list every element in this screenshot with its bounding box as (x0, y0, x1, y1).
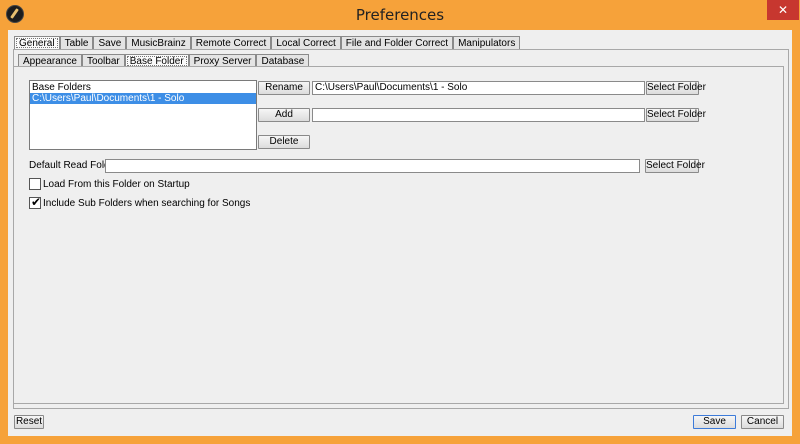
save-button[interactable]: Save (693, 415, 736, 429)
tab-musicbrainz[interactable]: MusicBrainz (126, 36, 191, 50)
rename-button[interactable]: Rename (258, 81, 310, 95)
rename-folder-field[interactable]: C:\Users\Paul\Documents\1 - Solo (312, 81, 645, 95)
load-on-startup-checkbox[interactable] (29, 178, 41, 190)
rename-select-folder-button[interactable]: Select Folder (646, 81, 706, 95)
main-tabs: General Table Save MusicBrainz Remote Co… (14, 36, 521, 50)
include-sub-folders-label: Include Sub Folders when searching for S… (43, 198, 251, 209)
window-title: Preferences (355, 6, 445, 24)
tab-local-correct[interactable]: Local Correct (271, 36, 341, 50)
preferences-window: Preferences ✕ General Table Save MusicBr… (0, 0, 800, 444)
client-area: General Table Save MusicBrainz Remote Co… (8, 30, 792, 436)
load-on-startup-label: Load From this Folder on Startup (43, 179, 190, 190)
tab-save[interactable]: Save (93, 36, 127, 50)
tab-table[interactable]: Table (59, 36, 94, 50)
include-sub-folders-checkbox[interactable]: ✔ (29, 195, 42, 209)
close-button[interactable]: ✕ (767, 0, 799, 20)
add-folder-field[interactable] (312, 108, 645, 122)
tab-file-and-folder-correct[interactable]: File and Folder Correct (340, 36, 454, 50)
cancel-button[interactable]: Cancel (741, 415, 784, 429)
base-folders-list[interactable]: Base Folders C:\Users\Paul\Documents\1 -… (29, 80, 257, 150)
default-read-select-folder-button[interactable]: Select Folder (645, 159, 705, 173)
list-header: Base Folders (32, 82, 91, 93)
reset-button[interactable]: Reset (14, 415, 44, 429)
tab-general[interactable]: General (14, 36, 60, 50)
add-select-folder-button[interactable]: Select Folder (646, 108, 706, 122)
list-item[interactable]: C:\Users\Paul\Documents\1 - Solo (30, 93, 256, 104)
title-bar[interactable]: Preferences ✕ (0, 0, 800, 30)
add-button[interactable]: Add (258, 108, 310, 122)
tab-remote-correct[interactable]: Remote Correct (190, 36, 272, 50)
checkmark-icon: ✔ (31, 195, 42, 209)
tab-manipulators[interactable]: Manipulators (453, 36, 521, 50)
default-read-folder-field[interactable] (105, 159, 640, 173)
delete-button[interactable]: Delete (258, 135, 310, 149)
